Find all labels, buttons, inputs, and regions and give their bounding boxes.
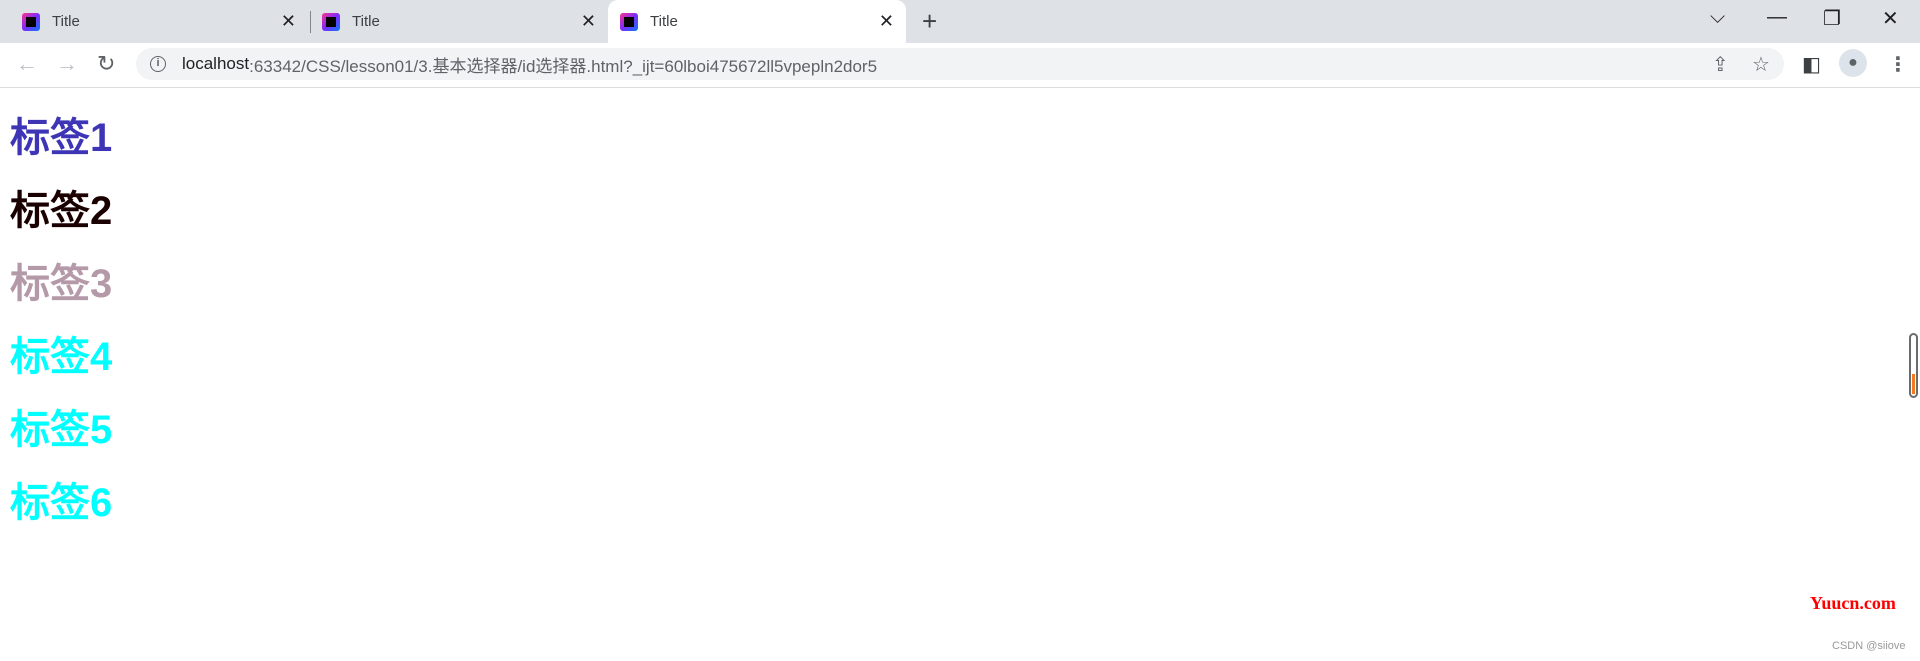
menu-icon[interactable]: ⋮ bbox=[1888, 52, 1908, 77]
close-icon[interactable]: ✕ bbox=[879, 11, 894, 32]
tab-search-icon[interactable]: ⌵ bbox=[1710, 6, 1725, 29]
jetbrains-icon bbox=[322, 12, 340, 31]
tab-title: Title bbox=[52, 13, 80, 30]
close-icon[interactable]: ✕ bbox=[281, 11, 296, 32]
minimize-icon[interactable]: — bbox=[1767, 6, 1787, 29]
site-watermark: Yuucn.com bbox=[1810, 593, 1896, 613]
tab-title: Title bbox=[352, 13, 380, 30]
page-content: 标签1 标签2 标签3 标签4 标签5 标签6 bbox=[10, 88, 112, 553]
jetbrains-icon bbox=[22, 12, 40, 31]
tab[interactable]: Title ✕ bbox=[310, 0, 608, 43]
heading-5: 标签5 bbox=[10, 408, 113, 452]
star-icon[interactable]: ☆ bbox=[1752, 52, 1770, 77]
close-icon[interactable]: ✕ bbox=[581, 11, 596, 32]
heading-4: 标签4 bbox=[10, 335, 113, 379]
url-path: :63342/CSS/lesson01/3.基本选择器/id选择器.html?_… bbox=[249, 56, 878, 76]
forward-icon[interactable]: → bbox=[56, 51, 78, 77]
tab-active[interactable]: Title ✕ bbox=[608, 0, 906, 43]
new-tab-button[interactable]: + bbox=[922, 6, 937, 37]
restore-icon[interactable]: ❐ bbox=[1823, 6, 1841, 31]
close-window-icon[interactable]: ✕ bbox=[1882, 6, 1899, 31]
author-watermark: CSDN @siiove bbox=[1832, 640, 1906, 652]
scroll-thumb[interactable] bbox=[1912, 374, 1915, 394]
address-bar[interactable]: i localhost:63342/CSS/lesson01/3.基本选择器/i… bbox=[136, 48, 1784, 80]
info-icon[interactable]: i bbox=[150, 56, 166, 72]
back-icon[interactable]: ← bbox=[16, 51, 38, 77]
jetbrains-icon bbox=[620, 12, 638, 31]
tab-title: Title bbox=[650, 13, 678, 30]
browser-toolbar: ← → ↻ i localhost:63342/CSS/lesson01/3.基… bbox=[0, 43, 1920, 88]
profile-avatar[interactable]: ● bbox=[1839, 49, 1867, 77]
share-icon[interactable]: ⇪ bbox=[1712, 52, 1729, 77]
heading-6: 标签6 bbox=[10, 481, 113, 525]
heading-3: 标签3 bbox=[10, 262, 113, 306]
side-panel-icon[interactable]: ◧ bbox=[1802, 52, 1821, 77]
scroll-indicator[interactable] bbox=[1909, 333, 1918, 398]
tab-strip: Title ✕ Title ✕ Title ✕ + ⌵ — ❐ ✕ bbox=[0, 0, 1920, 43]
heading-1: 标签1 bbox=[10, 116, 113, 160]
tab[interactable]: Title ✕ bbox=[10, 0, 308, 43]
reload-icon[interactable]: ↻ bbox=[97, 51, 115, 77]
heading-2: 标签2 bbox=[10, 189, 113, 233]
url-host: localhost bbox=[182, 54, 250, 73]
